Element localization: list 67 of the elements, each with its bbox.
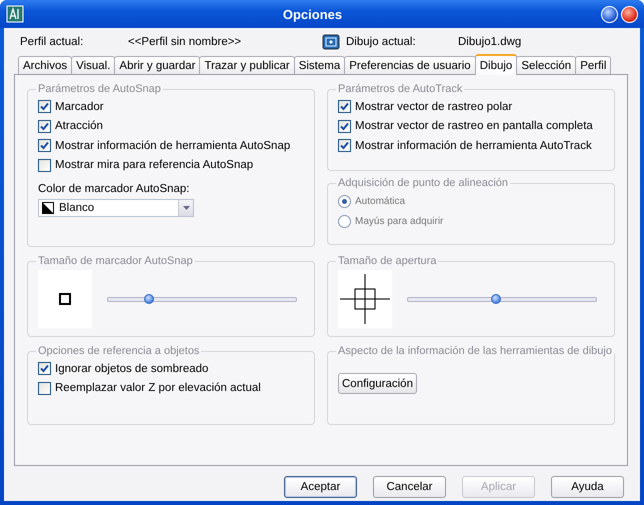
check-icon: [40, 364, 49, 374]
group-title: Parámetros de AutoTrack: [337, 83, 464, 95]
tab[interactable]: Dibujo: [474, 54, 518, 75]
color-label: Color de marcador AutoSnap:: [38, 183, 191, 197]
checkbox[interactable]: [38, 120, 51, 133]
dialog-button[interactable]: Cancelar: [373, 476, 446, 498]
checkbox[interactable]: [38, 100, 51, 114]
check-icon: [340, 122, 349, 131]
checkbox[interactable]: [38, 158, 51, 172]
dropdown-value: Blanco: [59, 202, 96, 214]
help-button[interactable]: [601, 6, 618, 22]
group-title: Adquisición de punto de alineación: [337, 177, 510, 189]
color-swatch-icon: [42, 202, 54, 214]
group-title: Tamaño de apertura: [337, 255, 438, 267]
group-title: Parámetros de AutoSnap: [37, 83, 162, 95]
radio-label: Automática: [355, 196, 406, 206]
slider-thumb[interactable]: [144, 294, 154, 304]
close-button[interactable]: [621, 6, 638, 22]
checkbox-label: Atracción: [55, 120, 103, 132]
dropdown-arrow-button[interactable]: [178, 200, 193, 216]
checkbox-label: Mostrar vector de rastreo en pantalla completa: [355, 120, 593, 132]
checkbox[interactable]: [38, 382, 51, 395]
window-title: Opciones: [282, 6, 344, 22]
drawing-icon: [322, 34, 340, 50]
checkbox[interactable]: [38, 139, 51, 152]
tab[interactable]: Trazar y publicar: [199, 56, 295, 74]
check-icon: [40, 122, 49, 131]
tab[interactable]: Visual.: [71, 56, 116, 74]
tab[interactable]: Selección: [516, 56, 576, 74]
slider[interactable]: [407, 296, 597, 302]
dialog-button[interactable]: Aceptar: [284, 476, 357, 498]
checkbox-label: Ignorar objetos de sombreado: [55, 362, 208, 375]
tab[interactable]: Sistema: [294, 56, 346, 74]
settings-button[interactable]: Configuración: [338, 373, 417, 394]
check-icon: [340, 141, 349, 150]
checkbox[interactable]: [338, 100, 351, 114]
check-icon: [40, 141, 49, 150]
radio-label: Mayús para adquirir: [355, 216, 444, 226]
checkbox-label: Mostrar información de herramienta AutoTrack: [355, 140, 592, 152]
checkbox-label: Mostrar información de herramienta AutoSnap: [55, 140, 290, 152]
profile-name: <<Perfil sin nombre>>: [128, 36, 242, 48]
square-marker-icon: [59, 293, 71, 305]
caret-icon: [182, 206, 190, 210]
drawing-label: Dibujo actual:: [346, 36, 417, 48]
checkbox-label: Mostrar mira para referencia AutoSnap: [55, 159, 254, 172]
profile-label: Perfil actual:: [19, 36, 84, 48]
drawing-name: Dibujo1.dwg: [458, 36, 522, 48]
checkbox-label: Marcador: [55, 100, 104, 113]
tab[interactable]: Archivos: [18, 56, 72, 74]
color-dropdown[interactable]: Blanco: [38, 199, 194, 217]
checkbox-label: Mostrar vector de rastreo polar: [355, 100, 512, 113]
group-title: Aspecto de la información de las herramientas de dibujo: [337, 345, 613, 357]
checkbox-label: Reemplazar valor Z por elevación actual: [55, 382, 261, 394]
check-icon: [40, 102, 49, 112]
slider-thumb[interactable]: [491, 294, 502, 304]
group-title: Opciones de referencia a objetos: [37, 345, 200, 357]
checkbox[interactable]: [338, 120, 351, 133]
check-icon: [340, 102, 349, 112]
tab[interactable]: Preferencias de usuario: [344, 56, 476, 74]
checkbox[interactable]: [38, 362, 51, 376]
dialog-button[interactable]: Ayuda: [551, 476, 624, 498]
tab[interactable]: Abrir y guardar: [114, 56, 200, 74]
slider[interactable]: [107, 296, 297, 302]
group-title: Tamaño de marcador AutoSnap: [37, 255, 194, 267]
app-icon: [6, 5, 24, 23]
tab[interactable]: Perfil: [575, 56, 612, 74]
checkbox[interactable]: [338, 139, 351, 152]
